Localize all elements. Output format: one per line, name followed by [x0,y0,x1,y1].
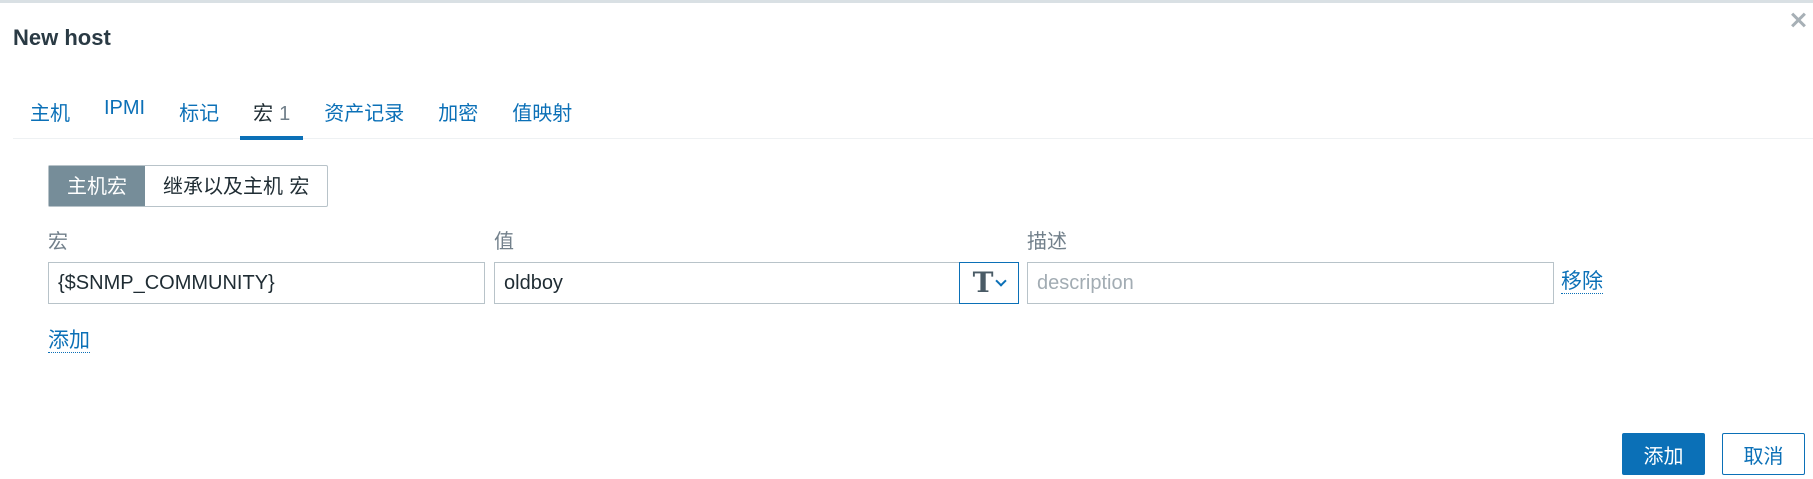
close-icon[interactable] [1787,9,1809,31]
tab-label: 资产记录 [324,103,405,125]
text-type-icon: T [972,266,994,299]
chevron-down-icon [995,275,1008,287]
tab-host[interactable]: 主机 [13,87,87,139]
tab-label: IPMI [104,97,146,119]
tab-label: 主机 [30,103,70,125]
tab-label: 加密 [438,103,479,125]
tab-count-badge: 1 [279,103,291,125]
new-host-dialog: New host 主机 IPMI 标记 宏1 资产记录 加密 值映射 主机宏 继… [0,0,1813,479]
tab-inventory[interactable]: 资产记录 [307,87,421,139]
tab-label: 标记 [179,103,220,125]
value-column-label: 值 [494,229,514,253]
tab-bar: 主机 IPMI 标记 宏1 资产记录 加密 值映射 [13,87,1813,140]
macro-description-input[interactable]: description [1027,262,1554,304]
remove-macro-link[interactable]: 移除 [1561,269,1603,295]
tab-ipmi[interactable]: IPMI [87,87,162,139]
add-button[interactable]: 添加 [1622,433,1705,475]
tab-label: 值映射 [512,103,573,125]
tab-encryption[interactable]: 加密 [421,87,495,139]
host-macros-button[interactable]: 主机宏 [49,166,145,206]
macro-value-input[interactable]: oldboy [494,262,960,304]
value-type-dropdown[interactable]: T [959,262,1019,304]
inherited-macros-button[interactable]: 继承以及主机 宏 [145,166,327,206]
tab-label: 宏 [253,103,274,125]
macro-mode-toggle: 主机宏 继承以及主机 宏 [48,165,329,207]
macro-name-input[interactable]: {$SNMP_COMMUNITY} [48,262,485,304]
description-column-label: 描述 [1027,229,1067,253]
cancel-button[interactable]: 取消 [1722,433,1805,475]
macro-column-label: 宏 [48,229,68,253]
tab-macros[interactable]: 宏1 [236,87,307,140]
add-macro-link[interactable]: 添加 [48,328,90,354]
tab-value-mapping[interactable]: 值映射 [495,87,589,139]
tab-tags[interactable]: 标记 [162,87,236,139]
dialog-title: New host [13,25,111,50]
